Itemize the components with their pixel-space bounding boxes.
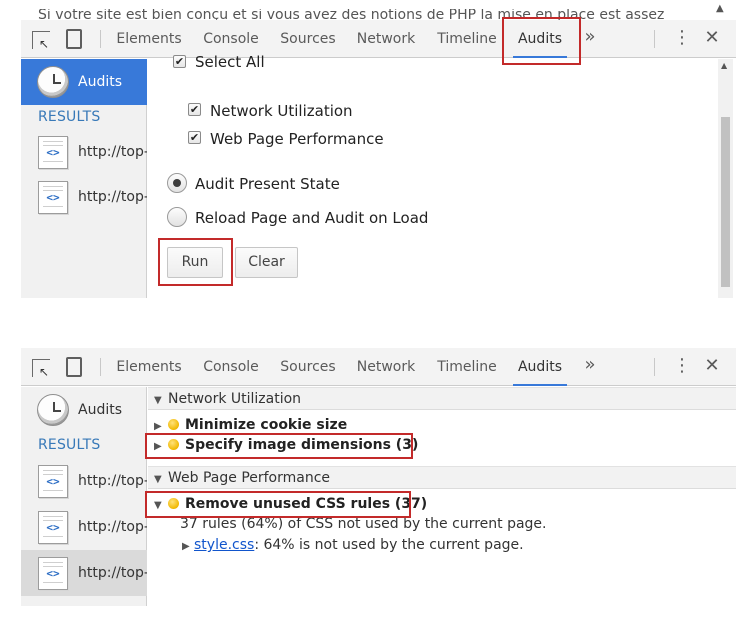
sidebar-result-item[interactable]: <> http://top-: [21, 129, 147, 175]
page-result-icon: <>: [38, 465, 68, 498]
page-result-icon: <>: [38, 136, 68, 169]
more-options-icon[interactable]: ⋮: [673, 29, 691, 47]
tab-elements[interactable]: Elements: [113, 348, 185, 386]
stylesheet-link[interactable]: style.css: [194, 537, 254, 553]
highlight-run-button: [158, 238, 233, 286]
tab-network[interactable]: Network: [352, 348, 420, 386]
audit-rule-minimize-cookie-size[interactable]: ▶ Minimize cookie size: [154, 415, 347, 435]
tab-timeline[interactable]: Timeline: [433, 348, 501, 386]
audit-present-state-radio[interactable]: [167, 173, 187, 193]
more-tabs-icon[interactable]: »: [581, 18, 599, 56]
launcher-scrollbar[interactable]: ▲: [718, 59, 733, 298]
network-utilization-label: Network Utilization: [210, 102, 353, 120]
web-page-performance-checkbox[interactable]: ✔: [188, 131, 201, 144]
close-icon[interactable]: ✕: [703, 29, 721, 47]
tab-audits[interactable]: Audits: [513, 348, 567, 386]
results-heading: RESULTS: [38, 437, 101, 453]
close-icon[interactable]: ✕: [703, 357, 721, 375]
audits-sidebar: Audits RESULTS <> http://top- <> http://…: [21, 59, 147, 298]
category-title: Network Utilization: [168, 391, 302, 407]
devtools-toolbar: ↖ Elements Console Sources Network Timel…: [21, 348, 736, 386]
audit-rule-detail: 37 rules (64%) of CSS not used by the cu…: [180, 516, 547, 532]
highlight-specify-image-dimensions: [145, 433, 413, 459]
audits-sidebar: Audits RESULTS <> http://top- <> http://…: [21, 387, 147, 606]
device-mode-icon[interactable]: [66, 357, 82, 377]
toolbar-divider: [100, 358, 101, 376]
tab-network[interactable]: Network: [352, 20, 420, 58]
tab-timeline[interactable]: Timeline: [433, 20, 501, 58]
sidebar-result-item-selected[interactable]: <> http://top-: [21, 550, 147, 596]
reload-and-audit-label: Reload Page and Audit on Load: [195, 209, 429, 227]
sidebar-result-item[interactable]: <> http://top-: [21, 458, 147, 504]
expand-triangle-icon: ▶: [182, 541, 190, 552]
audit-rule-title: Minimize cookie size: [185, 417, 348, 433]
sidebar-item-label: Audits: [78, 402, 123, 418]
devtools-panel-top: ↖ Elements Console Sources Network Timel…: [21, 20, 736, 298]
toolbar-divider: [100, 30, 101, 48]
sidebar-item-label: Audits: [78, 74, 123, 90]
devtools-panel-bottom: ↖ Elements Console Sources Network Timel…: [21, 348, 736, 606]
select-all-checkbox[interactable]: ✔: [173, 55, 186, 68]
highlight-remove-unused-css: [145, 491, 411, 518]
warning-dot-icon: [168, 419, 179, 430]
inspect-element-icon[interactable]: ↖: [32, 359, 50, 379]
result-url: http://top-: [78, 189, 147, 205]
sidebar-item-audits[interactable]: Audits: [21, 59, 147, 105]
web-page-performance-label: Web Page Performance: [210, 130, 384, 148]
tab-sources[interactable]: Sources: [277, 348, 339, 386]
result-url: http://top-: [78, 144, 147, 160]
scroll-up-arrow-icon[interactable]: ▲: [721, 61, 727, 70]
more-options-icon[interactable]: ⋮: [673, 357, 691, 375]
clear-button[interactable]: Clear: [235, 247, 298, 278]
results-heading: RESULTS: [38, 109, 101, 125]
stylesheet-usage-text: : 64% is not used by the current page.: [254, 537, 524, 553]
category-title: Web Page Performance: [168, 470, 331, 486]
device-mode-icon[interactable]: [66, 29, 82, 49]
sidebar-result-item[interactable]: <> http://top-: [21, 504, 147, 550]
sidebar-item-audits[interactable]: Audits: [21, 387, 147, 433]
scrollbar-thumb[interactable]: [721, 117, 730, 287]
inspect-element-icon[interactable]: ↖: [32, 31, 50, 51]
toolbar-divider: [654, 358, 655, 376]
result-url: http://top-: [78, 473, 147, 489]
tab-elements[interactable]: Elements: [113, 20, 185, 58]
collapse-triangle-icon: ▼: [154, 395, 162, 406]
page-result-icon: <>: [38, 557, 68, 590]
select-all-label: Select All: [195, 53, 265, 71]
reload-and-audit-radio[interactable]: [167, 207, 187, 227]
sidebar-result-item[interactable]: <> http://top-: [21, 174, 147, 220]
tab-sources[interactable]: Sources: [277, 20, 339, 58]
more-tabs-icon[interactable]: »: [581, 346, 599, 384]
audits-clock-icon: [37, 394, 69, 426]
network-utilization-category[interactable]: ▼ Network Utilization: [148, 387, 736, 410]
audit-rule-file-row[interactable]: ▶ style.css: 64% is not used by the curre…: [182, 537, 524, 553]
audit-present-state-label: Audit Present State: [195, 175, 340, 193]
result-url: http://top-: [78, 519, 147, 535]
toolbar-divider: [654, 30, 655, 48]
devtools-toolbar: ↖ Elements Console Sources Network Timel…: [21, 20, 736, 58]
page-scroll-up-icon[interactable]: ▲: [716, 3, 728, 14]
page-result-icon: <>: [38, 181, 68, 214]
collapse-triangle-icon: ▼: [154, 474, 162, 485]
web-page-performance-category[interactable]: ▼ Web Page Performance: [148, 466, 736, 489]
audits-clock-icon: [37, 66, 69, 98]
tab-console[interactable]: Console: [198, 348, 264, 386]
page-result-icon: <>: [38, 511, 68, 544]
network-utilization-checkbox[interactable]: ✔: [188, 103, 201, 116]
highlight-audits-tab: [502, 17, 581, 65]
result-url: http://top-: [78, 565, 147, 581]
